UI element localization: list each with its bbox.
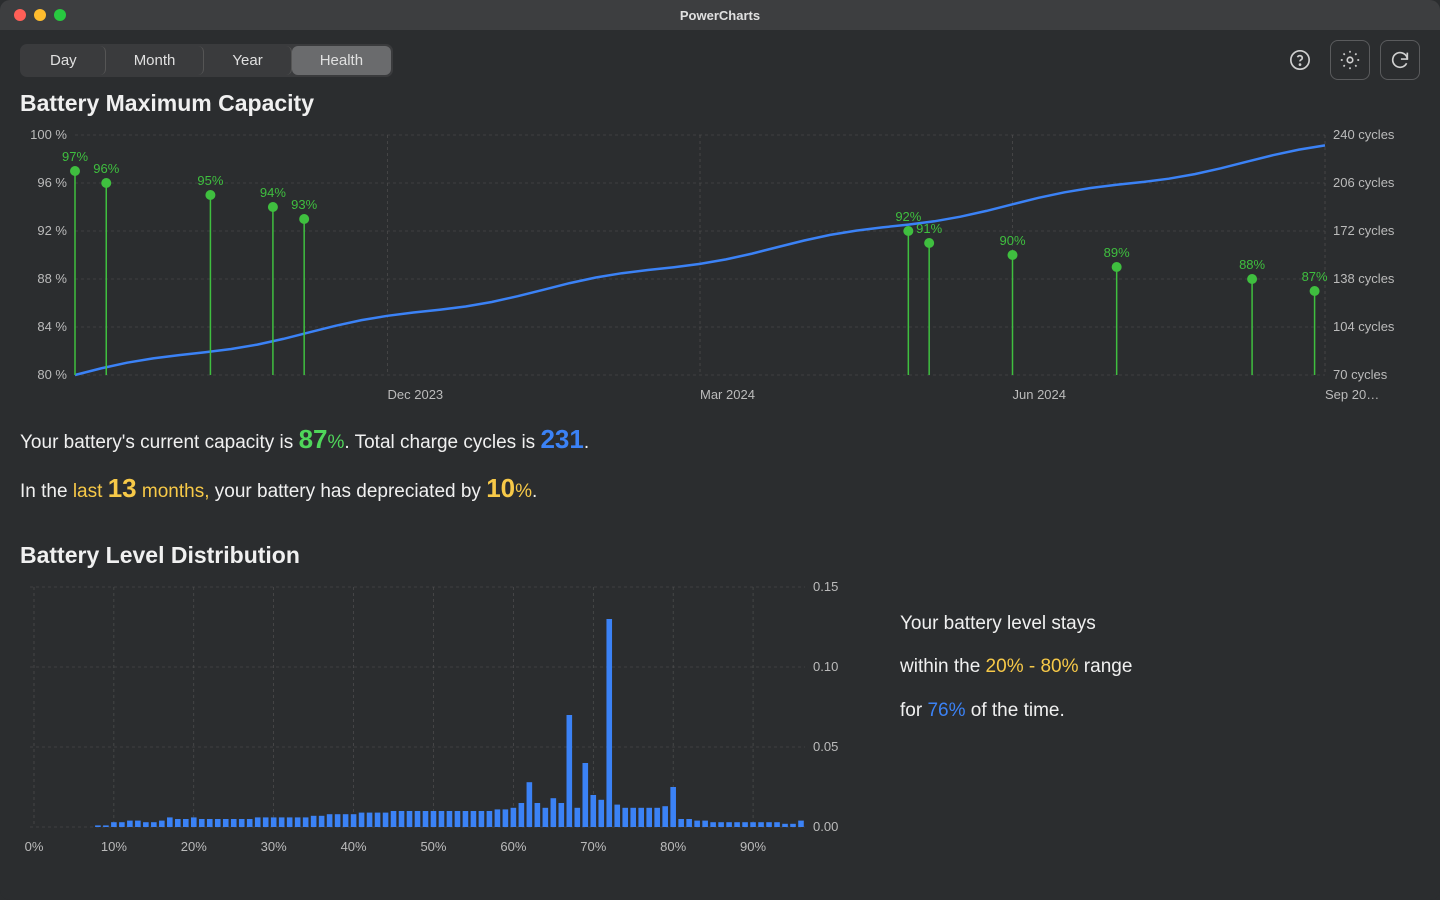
svg-text:20%: 20% — [181, 839, 207, 854]
months-unit: months, — [137, 481, 210, 502]
svg-text:87%: 87% — [1302, 269, 1328, 284]
svg-text:0.00: 0.00 — [813, 819, 838, 834]
summary-text: Your battery's current capacity is — [20, 432, 299, 453]
svg-text:95%: 95% — [197, 173, 223, 188]
summary-text: . — [584, 432, 589, 453]
toolbar: Day Month Year Health — [0, 30, 1440, 90]
svg-text:97%: 97% — [62, 149, 88, 164]
range-high: 80 — [1040, 656, 1061, 677]
capacity-chart-svg: 80 % 84 % 88 % 92 % 96 % 100 % 70 cycles 104 cy… — [20, 125, 1420, 405]
titlebar: PowerCharts — [0, 0, 1440, 30]
depreciation-value: 10 — [486, 473, 515, 503]
svg-text:60%: 60% — [500, 839, 526, 854]
svg-text:0.15: 0.15 — [813, 579, 838, 594]
cycles-value: 231 — [540, 424, 583, 454]
distribution-chart-svg: 0.00 0.05 0.10 0.15 0% 10% 20% 30% 40% 50% 60% 70% 8… — [20, 577, 860, 857]
months-value: 13 — [108, 473, 137, 503]
svg-text:240 cycles: 240 cycles — [1333, 127, 1395, 142]
main-content: Battery Maximum Capacity 80 % 84 % 88 % 92 … — [0, 90, 1440, 857]
svg-text:Sep 20…: Sep 20… — [1325, 387, 1379, 402]
tab-day[interactable]: Day — [22, 46, 106, 75]
svg-text:30%: 30% — [261, 839, 287, 854]
svg-text:0.05: 0.05 — [813, 739, 838, 754]
distribution-chart: 0.00 0.05 0.10 0.15 0% 10% 20% 30% 40% 50% 60% 70% 8… — [20, 577, 860, 857]
svg-text:Jun 2024: Jun 2024 — [1013, 387, 1067, 402]
svg-text:138 cycles: 138 cycles — [1333, 271, 1395, 286]
svg-text:94%: 94% — [260, 185, 286, 200]
svg-text:90%: 90% — [999, 233, 1025, 248]
distribution-title: Battery Level Distribution — [20, 542, 860, 569]
range-pct-unit: % — [949, 700, 966, 721]
summary-text: for — [900, 700, 927, 721]
refresh-icon — [1389, 49, 1411, 71]
summary-text: In the — [20, 481, 73, 502]
svg-text:96 %: 96 % — [37, 175, 67, 190]
depreciation-unit: % — [515, 481, 532, 502]
svg-text:Mar 2024: Mar 2024 — [700, 387, 755, 402]
summary-text: Your battery level stays — [900, 602, 1420, 646]
svg-text:0%: 0% — [25, 839, 44, 854]
range-low: 20 — [986, 656, 1007, 677]
summary-text: range — [1079, 656, 1133, 677]
svg-text:84 %: 84 % — [37, 319, 67, 334]
svg-text:88 %: 88 % — [37, 271, 67, 286]
svg-text:89%: 89% — [1104, 245, 1130, 260]
tab-month[interactable]: Month — [106, 46, 205, 75]
settings-button[interactable] — [1330, 40, 1370, 80]
summary-text: last — [73, 481, 108, 502]
capacity-chart: 80 % 84 % 88 % 92 % 96 % 100 % 70 cycles 104 cy… — [20, 125, 1420, 405]
svg-text:80 %: 80 % — [37, 367, 67, 382]
capacity-unit: % — [327, 432, 344, 453]
svg-text:70 cycles: 70 cycles — [1333, 367, 1388, 382]
svg-text:90%: 90% — [740, 839, 766, 854]
window-title: PowerCharts — [0, 8, 1440, 23]
svg-text:104 cycles: 104 cycles — [1333, 319, 1395, 334]
range-unit: % — [1062, 656, 1079, 677]
gear-icon — [1339, 49, 1361, 71]
tab-year[interactable]: Year — [204, 46, 291, 75]
svg-text:70%: 70% — [580, 839, 606, 854]
svg-text:88%: 88% — [1239, 257, 1265, 272]
view-tabs: Day Month Year Health — [20, 44, 393, 77]
svg-text:40%: 40% — [341, 839, 367, 854]
svg-text:10%: 10% — [101, 839, 127, 854]
help-button[interactable] — [1280, 40, 1320, 80]
tab-health[interactable]: Health — [292, 46, 391, 75]
summary-text: . — [532, 481, 537, 502]
refresh-button[interactable] — [1380, 40, 1420, 80]
capacity-title: Battery Maximum Capacity — [20, 90, 1420, 117]
summary-text: . Total charge cycles is — [344, 432, 540, 453]
svg-text:80%: 80% — [660, 839, 686, 854]
capacity-value: 87 — [299, 424, 328, 454]
help-icon — [1289, 49, 1311, 71]
svg-text:206 cycles: 206 cycles — [1333, 175, 1395, 190]
capacity-summary: Your battery's current capacity is 87%. … — [20, 415, 1420, 514]
svg-text:96%: 96% — [93, 161, 119, 176]
summary-text: within the — [900, 656, 986, 677]
svg-text:0.10: 0.10 — [813, 659, 838, 674]
summary-text: your battery has depreciated by — [209, 481, 486, 502]
summary-text: of the time. — [966, 700, 1065, 721]
range-sep: % - — [1007, 656, 1041, 677]
svg-text:92 %: 92 % — [37, 223, 67, 238]
range-pct-value: 76 — [927, 700, 948, 721]
svg-text:Dec 2023: Dec 2023 — [388, 387, 444, 402]
distribution-summary: Your battery level stays within the 20% … — [900, 542, 1420, 857]
toolbar-right — [1280, 40, 1420, 80]
svg-text:100 %: 100 % — [30, 127, 67, 142]
svg-text:50%: 50% — [420, 839, 446, 854]
svg-text:91%: 91% — [916, 221, 942, 236]
svg-text:172 cycles: 172 cycles — [1333, 223, 1395, 238]
app-window: PowerCharts Day Month Year Health Batter… — [0, 0, 1440, 900]
svg-text:93%: 93% — [291, 197, 317, 212]
